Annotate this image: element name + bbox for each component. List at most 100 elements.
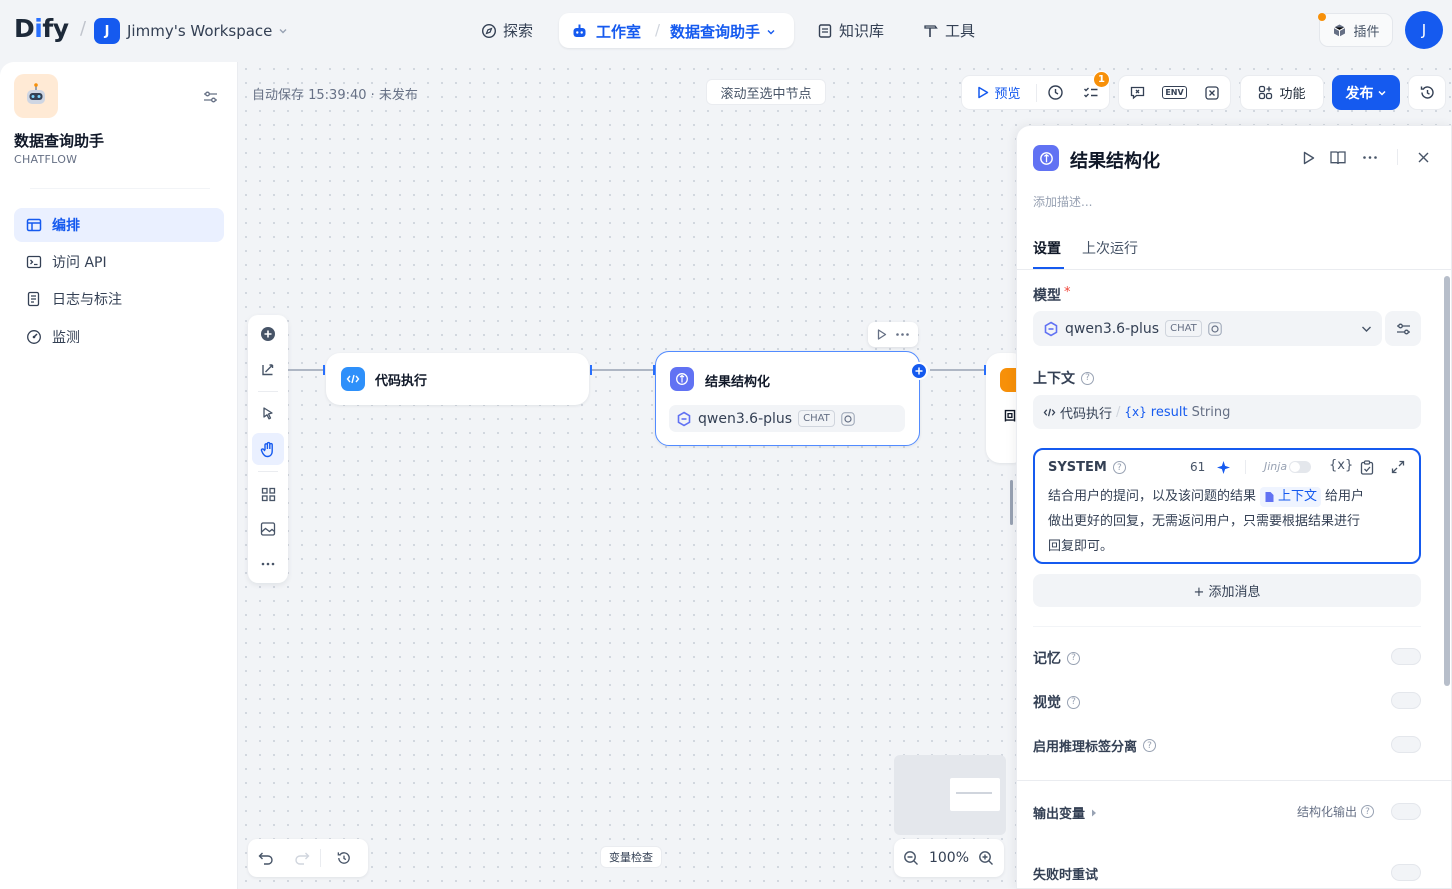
qwen-logo-icon (677, 411, 691, 426)
features-button[interactable]: 功能 (1240, 75, 1324, 110)
reasoning-separation-toggle[interactable] (1391, 736, 1421, 753)
nav-knowledge[interactable]: 知识库 (817, 20, 884, 41)
more-horizontal-icon[interactable] (1363, 156, 1377, 159)
undo-button[interactable] (248, 851, 284, 865)
ai-sparkle-icon[interactable] (1216, 460, 1231, 475)
output-variables-toggle[interactable]: 输出变量 (1033, 803, 1097, 822)
organize-layout-tool[interactable] (252, 478, 284, 510)
help-icon[interactable]: ? (1143, 739, 1157, 752)
help-icon[interactable]: ? (1067, 651, 1080, 665)
hand-tool[interactable] (252, 433, 284, 465)
tab-settings[interactable]: 设置 (1033, 238, 1061, 258)
system-variables-button[interactable] (1193, 76, 1230, 109)
system-prompt-editor[interactable]: SYSTEM ? 61 Jinja {x} 结合用户的提问，以及该问题的结果 上… (1033, 448, 1421, 564)
publish-button[interactable]: 发布 (1332, 75, 1400, 110)
tab-last-run[interactable]: 上次运行 (1082, 238, 1138, 258)
more-tools[interactable] (252, 548, 284, 580)
retry-on-failure-toggle[interactable] (1391, 864, 1421, 881)
change-history-button[interactable] (321, 850, 367, 866)
run-step-icon[interactable] (1303, 151, 1315, 165)
node-title: 代码执行 (375, 374, 428, 389)
app-name: 数据查询助手 (14, 132, 105, 150)
env-variables-button[interactable]: ENV (1156, 76, 1193, 109)
nav-app-switcher[interactable]: 数据查询助手 (670, 21, 776, 42)
retry-on-failure-label: 失败时重试 (1033, 868, 1099, 883)
help-book-icon[interactable] (1330, 150, 1346, 165)
variable-inspect-button[interactable]: 变量检查 (600, 846, 662, 868)
preview-button[interactable]: 预览 (962, 76, 1036, 109)
sidebar-item-monitor[interactable]: 监测 (14, 320, 224, 354)
run-node-icon[interactable] (877, 329, 887, 340)
vision-row: 视觉 ? (1033, 692, 1080, 712)
help-icon[interactable]: ? (1067, 695, 1080, 709)
node-code-execution[interactable]: 代码执行 (326, 353, 589, 405)
zoom-out-icon[interactable] (903, 850, 919, 866)
tabs-divider (1017, 269, 1451, 270)
expand-icon[interactable] (1391, 460, 1405, 474)
close-icon[interactable] (1418, 152, 1429, 163)
zoom-in-icon[interactable] (978, 850, 994, 866)
settings-sliders-icon[interactable] (203, 90, 218, 104)
node-title: 结果结构化 (705, 375, 771, 390)
export-image-tool[interactable] (252, 513, 284, 545)
minimap[interactable] (894, 755, 1006, 835)
node-config-panel: 结果结构化 添加描述... 设置 上次运行 模型 * qwen3.6-plus … (1016, 125, 1452, 889)
model-params-button[interactable] (1385, 311, 1421, 346)
node-model-info: qwen3.6-plus CHAT (669, 405, 905, 432)
conversation-variables-button[interactable] (1119, 76, 1156, 109)
system-prompt-header: SYSTEM ? (1048, 460, 1126, 475)
scroll-to-selected-button[interactable]: 滚动至选中节点 (706, 79, 826, 105)
add-note-tool[interactable] (252, 353, 284, 385)
sidebar-item-orchestrate[interactable]: 编排 (14, 208, 224, 242)
dify-logo[interactable]: Dify (14, 14, 69, 43)
add-next-node-button[interactable] (910, 362, 928, 380)
sidebar-item-logs[interactable]: 日志与标注 (14, 282, 224, 316)
model-section-label: 模型 * (1033, 285, 1071, 305)
help-icon[interactable]: ? (1081, 371, 1094, 385)
top-bar: Dify / J Jimmy's Workspace 探索 工作室 / 数据查询… (0, 0, 1452, 62)
context-node-name: 代码执行 (1060, 406, 1113, 422)
version-history-button[interactable] (1408, 75, 1446, 110)
insert-variable-icon[interactable]: {x} (1329, 458, 1353, 473)
user-avatar[interactable]: J (1405, 11, 1443, 49)
run-history-button[interactable] (1037, 76, 1073, 109)
context-reference-chip[interactable]: 上下文 (1260, 486, 1322, 507)
structured-output-toggle[interactable] (1391, 803, 1421, 820)
pointer-tool[interactable] (252, 397, 284, 429)
output-variables-label: 输出变量 (1033, 807, 1086, 822)
panel-resize-handle[interactable] (1010, 480, 1013, 525)
plugins-button[interactable]: 插件 (1318, 13, 1393, 47)
panel-title[interactable]: 结果结构化 (1070, 147, 1160, 173)
workspace-switcher[interactable]: Jimmy's Workspace (127, 22, 288, 40)
sidebar-item-api[interactable]: 访问 API (14, 245, 224, 279)
model-selector[interactable]: qwen3.6-plus CHAT (1033, 311, 1382, 346)
jinja-toggle[interactable]: Jinja (1264, 460, 1312, 473)
system-prompt-text[interactable]: 结合用户的提问，以及该问题的结果 上下文 给用户 做出更好的回复，无需返问用户，… (1048, 484, 1408, 559)
nav-explore-label: 探索 (503, 22, 534, 40)
nav-tools[interactable]: 工具 (923, 20, 975, 41)
clipboard-check-icon[interactable] (1360, 460, 1374, 475)
zoom-level[interactable]: 100% (929, 850, 969, 866)
context-variable-selector[interactable]: 代码执行 / {x} result String (1033, 395, 1421, 429)
add-message-button[interactable]: + 添加消息 (1033, 574, 1421, 607)
conversation-var-icon (1130, 86, 1145, 100)
description-input[interactable]: 添加描述... (1033, 193, 1092, 210)
header-divider (1245, 460, 1246, 474)
workspace-avatar[interactable]: J (94, 18, 120, 44)
history-icon (337, 852, 350, 864)
panel-scrollbar[interactable] (1444, 276, 1450, 686)
redo-button[interactable] (284, 851, 320, 865)
nav-studio[interactable]: 工作室 (571, 21, 641, 42)
prompt-text-line: 做出更好的回复，无需返问用户，只需要根据结果进行 (1048, 514, 1361, 529)
model-settings-icon (1208, 321, 1222, 336)
more-horizontal-icon[interactable] (896, 333, 909, 336)
add-node-tool[interactable] (252, 318, 284, 350)
vision-toggle[interactable] (1391, 692, 1421, 709)
app-sidebar: 数据查询助手 CHATFLOW 编排 访问 API 日志与标注 监测 (0, 62, 238, 889)
memory-toggle[interactable] (1391, 648, 1421, 665)
jinja-switch[interactable] (1289, 460, 1312, 473)
help-icon[interactable]: ? (1361, 805, 1375, 818)
nav-explore[interactable]: 探索 (481, 20, 533, 41)
help-icon[interactable]: ? (1112, 461, 1126, 474)
node-result-structuring[interactable]: 结果结构化 qwen3.6-plus CHAT (655, 351, 920, 446)
